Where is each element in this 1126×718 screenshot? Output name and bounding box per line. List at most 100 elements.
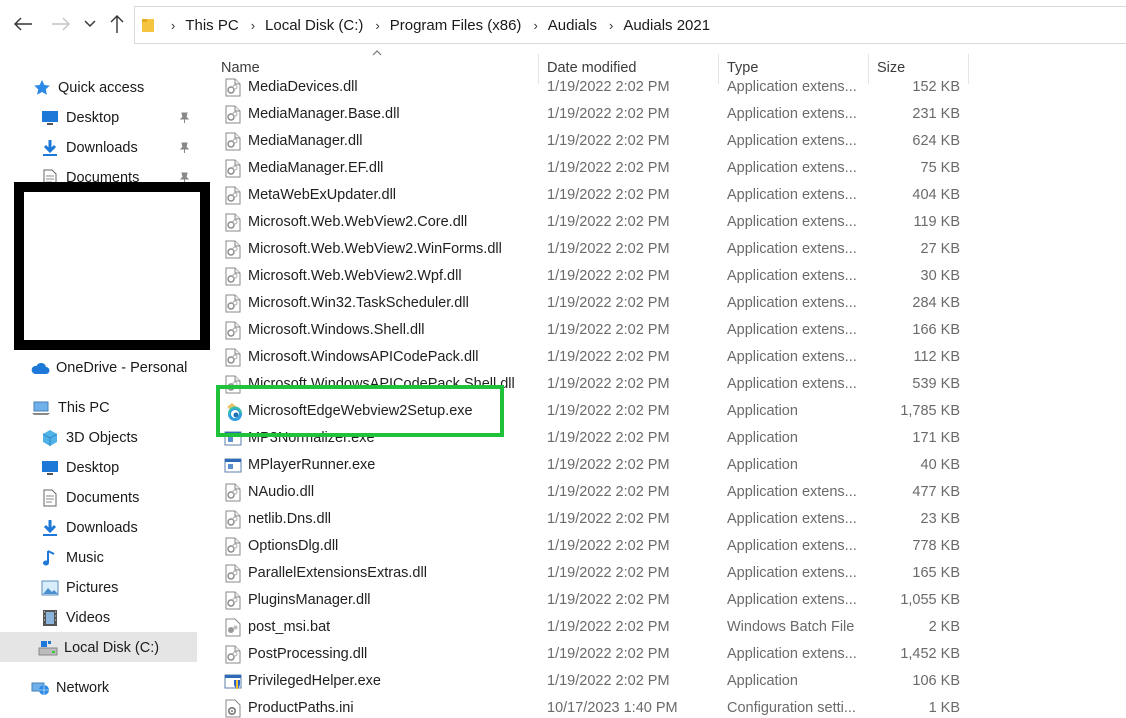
dll-icon	[224, 240, 242, 259]
file-name: Microsoft.Web.WebView2.Core.dll	[248, 214, 468, 230]
dll-icon	[224, 267, 242, 286]
file-row[interactable]: OptionsDlg.dll 1/19/2022 2:02 PM Applicati…	[200, 533, 1126, 560]
dll-icon	[224, 591, 242, 610]
file-row[interactable]: Microsoft.Web.WebView2.Core.dll 1/19/2022…	[200, 209, 1126, 236]
file-size: 166 KB	[912, 322, 960, 338]
file-row[interactable]: MediaManager.dll 1/19/2022 2:02 PM Applica…	[200, 128, 1126, 155]
file-row[interactable]: MediaManager.EF.dll 1/19/2022 2:02 PM Appl…	[200, 155, 1126, 182]
sidebar-item-videos[interactable]: Videos	[40, 603, 110, 633]
file-row[interactable]: post_msi.bat 1/19/2022 2:02 PM Windows Bat…	[200, 614, 1126, 641]
file-name: Microsoft.Web.WebView2.Wpf.dll	[248, 268, 462, 284]
up-button[interactable]	[106, 13, 128, 35]
breadcrumb-audials-2021[interactable]: Audials 2021	[623, 17, 710, 34]
file-row[interactable]: PostProcessing.dll 1/19/2022 2:02 PM Appli…	[200, 641, 1126, 668]
sidebar-item-downloads[interactable]: Downloads	[40, 513, 138, 543]
file-row[interactable]: ProductPaths.ini 10/17/2023 1:40 PM Config…	[200, 695, 1126, 718]
file-row[interactable]: Microsoft.Windows.Shell.dll 1/19/2022 2:0…	[200, 317, 1126, 344]
file-row[interactable]: ParallelExtensionsExtras.dll 1/19/2022 2:…	[200, 560, 1126, 587]
file-type: Application extens...	[727, 565, 857, 581]
file-size: 152 KB	[912, 79, 960, 95]
file-size: 27 KB	[920, 241, 961, 257]
file-date-modified: 10/17/2023 1:40 PM	[547, 700, 678, 716]
file-row[interactable]: NAudio.dll 1/19/2022 2:02 PM Application e…	[200, 479, 1126, 506]
file-row[interactable]: Microsoft.WindowsAPICodePack.dll 1/19/202…	[200, 344, 1126, 371]
breadcrumb-local-disk[interactable]: Local Disk (C:) ›	[265, 17, 390, 34]
sidebar-item-this-pc[interactable]: This PC	[32, 393, 110, 423]
file-name: MP3Normalizer.exe	[248, 430, 375, 446]
file-name: MediaManager.dll	[248, 133, 363, 149]
dll-icon	[224, 78, 242, 97]
file-date-modified: 1/19/2022 2:02 PM	[547, 673, 670, 689]
file-name: MediaManager.EF.dll	[248, 160, 384, 176]
file-row[interactable]: PluginsManager.dll 1/19/2022 2:02 PM Appli…	[200, 587, 1126, 614]
sidebar-item-network[interactable]: Network	[30, 673, 109, 703]
redacted-area	[14, 182, 210, 350]
dll-icon	[224, 159, 242, 178]
pin-icon[interactable]	[178, 142, 190, 158]
file-name: PrivilegedHelper.exe	[248, 673, 381, 689]
sidebar-item-music[interactable]: Music	[40, 543, 104, 573]
recent-locations-button[interactable]	[82, 13, 98, 35]
sidebar-item-pictures[interactable]: Pictures	[40, 573, 118, 603]
breadcrumb-this-pc[interactable]: This PC ›	[185, 17, 265, 34]
file-size: 624 KB	[912, 133, 960, 149]
sidebar-item-label: Downloads	[66, 140, 138, 156]
forward-button[interactable]	[50, 13, 72, 35]
pin-icon[interactable]	[178, 112, 190, 128]
file-size: 1,452 KB	[900, 646, 960, 662]
file-type: Configuration setti...	[727, 700, 856, 716]
sidebar-item-desktop[interactable]: Desktop	[40, 103, 119, 133]
star-icon	[32, 78, 52, 98]
file-size: 231 KB	[912, 106, 960, 122]
file-type: Application extens...	[727, 295, 857, 311]
breadcrumb-program-files[interactable]: Program Files (x86) ›	[390, 17, 548, 34]
file-name: PostProcessing.dll	[248, 646, 368, 662]
file-row[interactable]: netlib.Dns.dll 1/19/2022 2:02 PM Applicati…	[200, 506, 1126, 533]
dll-icon	[224, 564, 242, 583]
file-name: post_msi.bat	[248, 619, 331, 635]
file-row[interactable]: MPlayerRunner.exe 1/19/2022 2:02 PM Applic…	[200, 452, 1126, 479]
file-type: Application extens...	[727, 538, 857, 554]
file-size: 477 KB	[912, 484, 960, 500]
file-type: Application extens...	[727, 187, 857, 203]
file-row[interactable]: Microsoft.WindowsAPICodePack.Shell.dll 1/…	[200, 371, 1126, 398]
sidebar-item-label: Documents	[66, 490, 140, 506]
navigation-bar: › This PC › Local Disk (C:) › Program File…	[0, 0, 1126, 46]
sidebar-item-label: Quick access	[58, 80, 145, 96]
navigation-pane: Quick access Desktop Downloads Documents One…	[0, 46, 200, 718]
file-row[interactable]: PrivilegedHelper.exe 1/19/2022 2:02 PM App…	[200, 668, 1126, 695]
sidebar-item-documents[interactable]: Documents	[40, 483, 139, 513]
file-row[interactable]: MediaManager.Base.dll 1/19/2022 2:02 PM Ap…	[200, 101, 1126, 128]
chevron-down-icon	[84, 20, 96, 27]
file-row[interactable]: Microsoft.Web.WebView2.WinForms.dll 1/19/…	[200, 236, 1126, 263]
sidebar-item-label: Downloads	[66, 520, 138, 536]
file-name: PluginsManager.dll	[248, 592, 371, 608]
sidebar-item-3d-objects[interactable]: 3D Objects	[40, 423, 138, 453]
file-date-modified: 1/19/2022 2:02 PM	[547, 322, 670, 338]
address-bar[interactable]: › This PC › Local Disk (C:) › Program File…	[134, 6, 1126, 44]
file-row[interactable]: MP3Normalizer.exe 1/19/2022 2:02 PM Applic…	[200, 425, 1126, 452]
file-name: ParallelExtensionsExtras.dll	[248, 565, 427, 581]
file-row[interactable]: Microsoft.Web.WebView2.Wpf.dll 1/19/2022 …	[200, 263, 1126, 290]
file-row[interactable]: MetaWebExUpdater.dll 1/19/2022 2:02 PM App…	[200, 182, 1126, 209]
sidebar-item-quick-access[interactable]: Quick access	[32, 73, 144, 103]
sort-ascending-icon	[372, 50, 382, 56]
sidebar-item-downloads[interactable]: Downloads	[40, 133, 138, 163]
dll-icon	[224, 321, 242, 340]
file-date-modified: 1/19/2022 2:02 PM	[547, 79, 670, 95]
videos-icon	[40, 608, 60, 628]
breadcrumb-audials[interactable]: Audials ›	[548, 17, 624, 34]
sidebar-item-onedrive-personal[interactable]: OneDrive - Personal	[30, 353, 187, 383]
sidebar-item-desktop[interactable]: Desktop	[40, 453, 119, 483]
back-button[interactable]	[12, 13, 34, 35]
file-row[interactable]: MicrosoftEdgeWebview2Setup.exe 1/19/2022 …	[200, 398, 1126, 425]
breadcrumb: › This PC › Local Disk (C:) › Program File…	[159, 17, 710, 34]
sidebar-item-local-disk-c[interactable]: Local Disk (C:)	[38, 633, 159, 663]
sidebar-item-label: Desktop	[66, 460, 120, 476]
file-name: MetaWebExUpdater.dll	[248, 187, 397, 203]
file-type: Application extens...	[727, 646, 857, 662]
file-type: Application extens...	[727, 241, 857, 257]
file-row[interactable]: MediaDevices.dll 1/19/2022 2:02 PM Applica…	[200, 74, 1126, 101]
file-row[interactable]: Microsoft.Win32.TaskScheduler.dll 1/19/20…	[200, 290, 1126, 317]
file-date-modified: 1/19/2022 2:02 PM	[547, 160, 670, 176]
